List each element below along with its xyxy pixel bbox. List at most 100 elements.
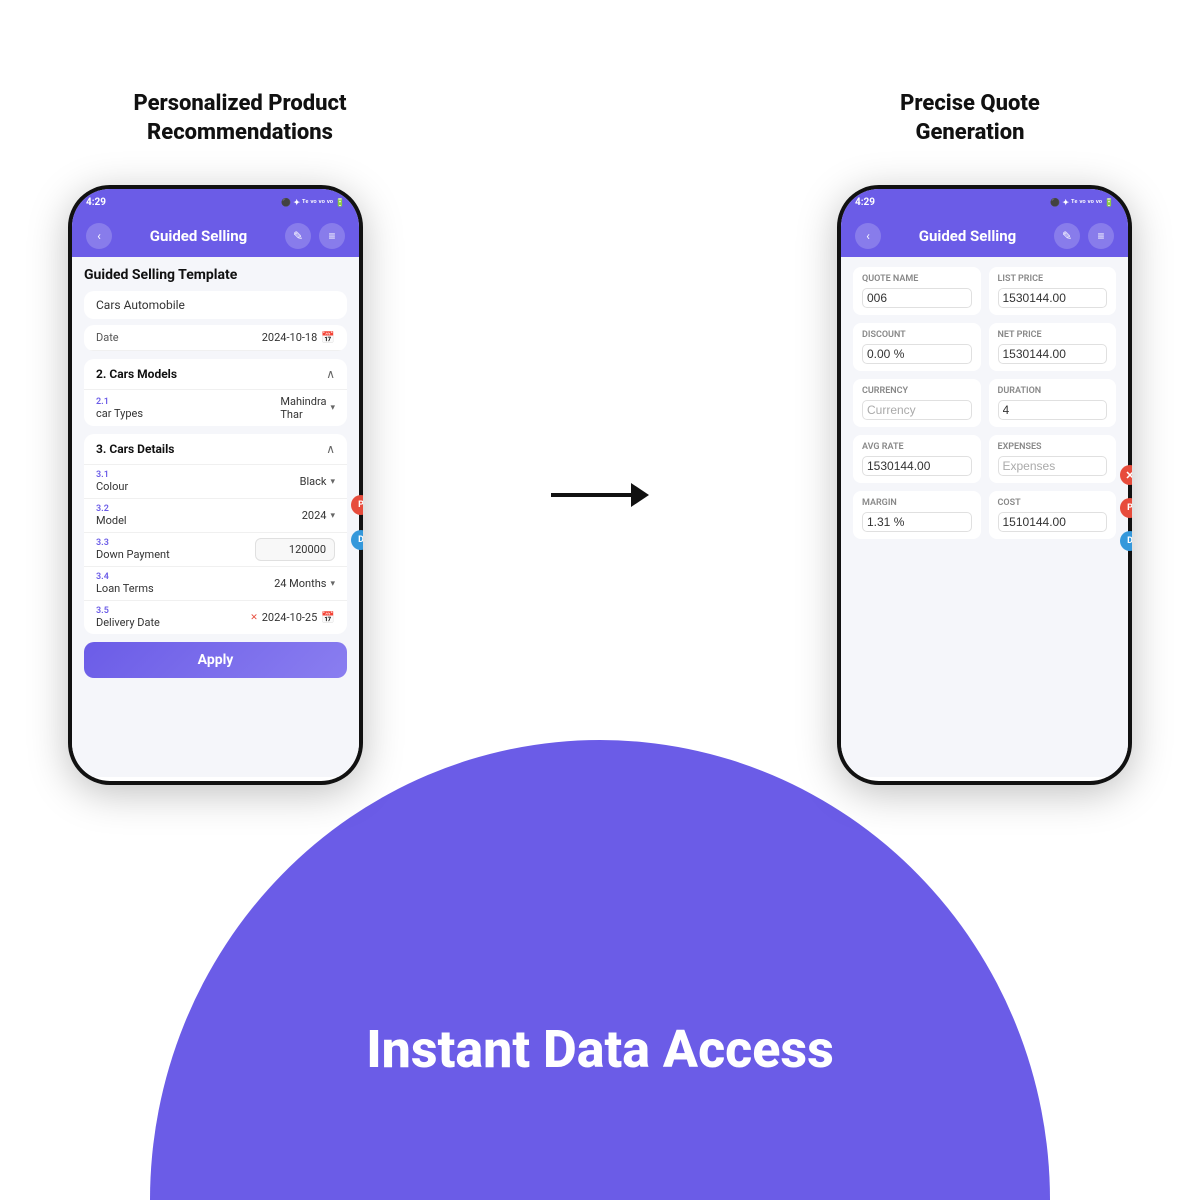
field-car-types: 2.1 car Types MahindraThar ▾: [84, 389, 347, 426]
right-clipboard-icon[interactable]: ≡: [1088, 223, 1114, 249]
field-value-3-1[interactable]: Black ▾: [300, 475, 335, 488]
delivery-calendar-icon[interactable]: 📅: [321, 611, 335, 624]
quote-field-cost: COST: [989, 491, 1117, 539]
quote-grid: QUOTE Name LIST PRICE DISCOUNT: [853, 267, 1116, 539]
field-value-3-3[interactable]: 120000: [255, 538, 335, 561]
section-3-header[interactable]: 3. Cars Details ∧: [84, 434, 347, 464]
right-quote-content: QUOTE Name LIST PRICE DISCOUNT: [841, 257, 1128, 777]
quote-input-avg-rate[interactable]: [862, 456, 972, 476]
field-down-payment: 3.3 Down Payment 120000: [84, 532, 347, 566]
right-app-header: ‹ Guided Selling ✎ ≡: [841, 215, 1128, 257]
arrow-head: [631, 483, 649, 507]
quote-label-expenses: EXPENSES: [998, 442, 1108, 452]
field-value-2-1[interactable]: MahindraThar ▾: [280, 395, 335, 421]
left-header-title: Guided Selling: [150, 227, 248, 245]
apply-button[interactable]: Apply: [84, 642, 347, 678]
calendar-icon[interactable]: 📅: [321, 331, 335, 344]
field-value-3-2[interactable]: 2024 ▾: [302, 509, 335, 522]
quote-field-currency: CURRENCY: [853, 379, 981, 427]
left-template-title: Guided Selling Template: [84, 267, 347, 283]
right-phone-inner: 4:29 ⚫ ✦ ᵀᵉ ᵛᵒ ᵛᵒ ᵛᵒ 🔋 ‹ Guided Selling …: [841, 189, 1128, 781]
right-header-icons: ✎ ≡: [1054, 223, 1114, 249]
quote-input-margin[interactable]: [862, 512, 972, 532]
delivery-x-icon[interactable]: ✕: [250, 613, 258, 623]
left-app-content: Guided Selling Template Cars Automobile …: [72, 257, 359, 777]
field-delivery-date: 3.5 Delivery Date ✕ 2024-10-25 📅: [84, 600, 347, 634]
quote-label-list-price: LIST PRICE: [998, 274, 1108, 284]
section-3-title: 3. Cars Details: [96, 442, 174, 456]
right-status-bar: 4:29 ⚫ ✦ ᵀᵉ ᵛᵒ ᵛᵒ ᵛᵒ 🔋: [841, 189, 1128, 215]
quote-field-margin: MARGIN: [853, 491, 981, 539]
date-label: Date: [96, 331, 119, 344]
field-label-3-2: Model: [96, 514, 302, 527]
page-container: Instant Data Access Personalized Product…: [0, 0, 1200, 1200]
field-num-2-1: 2.1: [96, 397, 280, 407]
quote-label-currency: CURRENCY: [862, 386, 972, 396]
dropdown-arrow-3-4: ▾: [330, 579, 335, 589]
date-block: Date 2024-10-18 📅: [84, 325, 347, 351]
left-phone: 4:29 ⚫ ✦ ᵀᵉ ᵛᵒ ᵛᵒ ᵛᵒ 🔋 ‹ Guided Selling …: [68, 185, 363, 785]
left-status-bar: 4:29 ⚫ ✦ ᵀᵉ ᵛᵒ ᵛᵒ ᵛᵒ 🔋: [72, 189, 359, 215]
right-status-icons: ⚫ ✦ ᵀᵉ ᵛᵒ ᵛᵒ ᵛᵒ 🔋: [1050, 198, 1114, 207]
right-edit-icon[interactable]: ✎: [1054, 223, 1080, 249]
quote-label-net-price: NET PRICE: [998, 330, 1108, 340]
bottom-decoration: [150, 740, 1050, 1200]
right-back-button[interactable]: ‹: [855, 223, 881, 249]
right-section-title: Precise Quote Generation: [850, 90, 1090, 147]
section-2-title: 2. Cars Models: [96, 367, 177, 381]
field-colour: 3.1 Colour Black ▾: [84, 464, 347, 498]
date-value: 2024-10-18 📅: [262, 331, 335, 344]
section-2-block: 2. Cars Models ∧ 2.1 car Types MahindraT…: [84, 359, 347, 426]
section-3-block: 3. Cars Details ∧ 3.1 Colour Black ▾: [84, 434, 347, 634]
quote-label-duration: DURATION: [998, 386, 1108, 396]
right-header-title: Guided Selling: [919, 227, 1017, 245]
left-edit-icon[interactable]: ✎: [285, 223, 311, 249]
quote-input-net-price[interactable]: [998, 344, 1108, 364]
quote-input-cost[interactable]: [998, 512, 1108, 532]
quote-input-name[interactable]: [862, 288, 972, 308]
quote-input-list-price[interactable]: [998, 288, 1108, 308]
section-3-chevron: ∧: [326, 442, 335, 456]
quote-input-duration[interactable]: [998, 400, 1108, 420]
field-num-3-4: 3.4: [96, 572, 274, 582]
left-time: 4:29: [86, 197, 106, 208]
section-2-header[interactable]: 2. Cars Models ∧: [84, 359, 347, 389]
field-label-2-1: car Types: [96, 407, 280, 420]
dropdown-arrow-3-1: ▾: [330, 477, 335, 487]
cars-auto-block: Cars Automobile: [84, 291, 347, 319]
left-section-title: Personalized Product Recommendations: [110, 90, 370, 147]
quote-label-name: QUOTE Name: [862, 274, 972, 284]
field-num-3-2: 3.2: [96, 504, 302, 514]
quote-label-discount: DISCOUNT: [862, 330, 972, 340]
field-label-3-3: Down Payment: [96, 548, 255, 561]
left-header-icons: ✎ ≡: [285, 223, 345, 249]
field-label-3-1: Colour: [96, 480, 300, 493]
dropdown-arrow-3-2: ▾: [330, 511, 335, 521]
left-status-icons: ⚫ ✦ ᵀᵉ ᵛᵒ ᵛᵒ ᵛᵒ 🔋: [281, 198, 345, 207]
field-num-3-5: 3.5: [96, 606, 250, 616]
left-back-button[interactable]: ‹: [86, 223, 112, 249]
field-value-3-5[interactable]: ✕ 2024-10-25 📅: [250, 611, 335, 624]
left-clipboard-icon[interactable]: ≡: [319, 223, 345, 249]
field-label-3-4: Loan Terms: [96, 582, 274, 595]
quote-field-duration: DURATION: [989, 379, 1117, 427]
field-label-3-5: Delivery Date: [96, 616, 250, 629]
quote-input-expenses[interactable]: [998, 456, 1108, 476]
quote-label-cost: COST: [998, 498, 1108, 508]
arrow-line: [551, 493, 631, 497]
left-app-header: ‹ Guided Selling ✎ ≡: [72, 215, 359, 257]
left-phone-inner: 4:29 ⚫ ✦ ᵀᵉ ᵛᵒ ᵛᵒ ᵛᵒ 🔋 ‹ Guided Selling …: [72, 189, 359, 781]
right-time: 4:29: [855, 197, 875, 208]
quote-input-discount[interactable]: [862, 344, 972, 364]
quote-label-margin: MARGIN: [862, 498, 972, 508]
dropdown-arrow-2-1: ▾: [330, 403, 335, 413]
right-phone: 4:29 ⚫ ✦ ᵀᵉ ᵛᵒ ᵛᵒ ᵛᵒ 🔋 ‹ Guided Selling …: [837, 185, 1132, 785]
section-2-chevron: ∧: [326, 367, 335, 381]
quote-input-currency[interactable]: [862, 400, 972, 420]
field-num-3-1: 3.1: [96, 470, 300, 480]
quote-field-discount: DISCOUNT: [853, 323, 981, 371]
quote-field-net-price: NET PRICE: [989, 323, 1117, 371]
date-row: Date 2024-10-18 📅: [84, 325, 347, 351]
field-value-3-4[interactable]: 24 Months ▾: [274, 577, 335, 590]
arrow: [550, 480, 650, 510]
